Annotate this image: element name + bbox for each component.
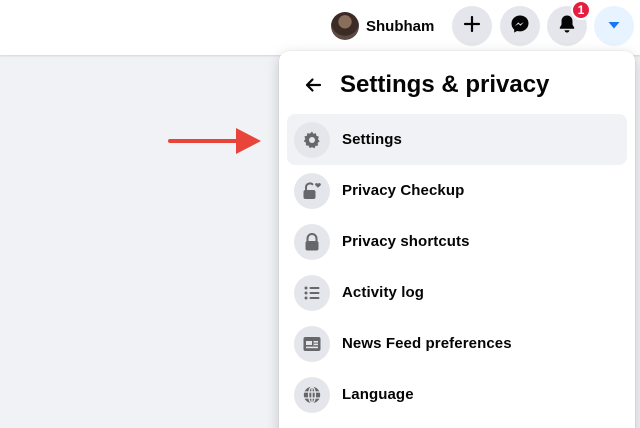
menu-title: Settings & privacy bbox=[340, 71, 550, 98]
lock-icon bbox=[294, 223, 330, 260]
notification-badge: 1 bbox=[571, 0, 591, 20]
menu-item-language[interactable]: Language bbox=[287, 369, 627, 420]
arrow-left-icon bbox=[304, 77, 322, 98]
menu-item-label: Privacy Checkup bbox=[342, 182, 465, 199]
gear-icon bbox=[294, 121, 330, 158]
menu-item-news-feed-preferences[interactable]: News Feed preferences bbox=[287, 318, 627, 369]
menu-item-label: News Feed preferences bbox=[342, 335, 512, 352]
account-menu-button[interactable] bbox=[594, 6, 634, 46]
feed-icon bbox=[294, 325, 330, 362]
messenger-button[interactable] bbox=[500, 6, 540, 46]
lock-heart-icon bbox=[294, 172, 330, 209]
menu-item-label: Activity log bbox=[342, 284, 425, 301]
profile-name: Shubham bbox=[366, 17, 435, 35]
caret-down-icon bbox=[607, 17, 621, 35]
settings-privacy-menu: Settings & privacy Settings Privacy Chec… bbox=[279, 51, 635, 428]
globe-icon bbox=[294, 376, 330, 413]
menu-item-activity-log[interactable]: Activity log bbox=[287, 267, 627, 318]
menu-item-label: Settings bbox=[342, 131, 402, 148]
menu-item-privacy-checkup[interactable]: Privacy Checkup bbox=[287, 165, 627, 216]
menu-item-privacy-shortcuts[interactable]: Privacy shortcuts bbox=[287, 216, 627, 267]
menu-item-label: Privacy shortcuts bbox=[342, 233, 470, 250]
profile-chip[interactable]: Shubham bbox=[327, 8, 444, 44]
list-icon bbox=[294, 274, 330, 311]
avatar bbox=[331, 12, 359, 40]
menu-item-settings[interactable]: Settings bbox=[287, 114, 627, 165]
plus-icon bbox=[463, 15, 481, 38]
annotation-arrow bbox=[168, 128, 261, 154]
create-button[interactable] bbox=[452, 6, 492, 46]
menu-item-label: Language bbox=[342, 386, 414, 403]
top-bar: Shubham 1 bbox=[0, 0, 640, 55]
messenger-icon bbox=[510, 14, 530, 39]
back-button[interactable] bbox=[295, 69, 331, 105]
